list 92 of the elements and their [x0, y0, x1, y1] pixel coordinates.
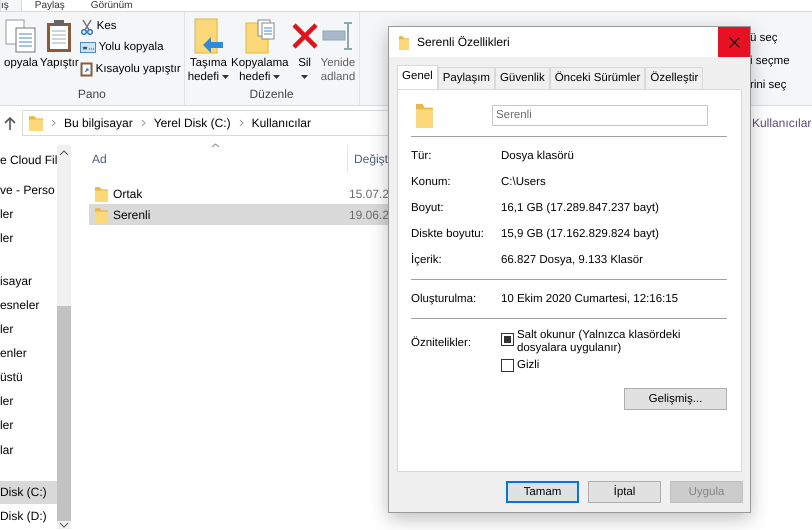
- ribbon-button[interactable]: Kes: [80, 18, 181, 36]
- sort-caret-icon: [211, 143, 220, 148]
- property-label: Konum:: [411, 174, 452, 190]
- checkbox-label[interactable]: Salt okunur (Yalnızca klasördeki dosyalara uygulanır): [517, 329, 727, 356]
- dialog-tab[interactable]: Genel: [397, 65, 438, 90]
- property-label: Tür:: [411, 148, 432, 164]
- property-value: 10 Ekim 2020 Cumartesi, 12:16:15: [501, 292, 678, 307]
- dialog-tab[interactable]: Güvenlik: [494, 67, 550, 90]
- nav-item[interactable]: Disk (C:): [0, 480, 57, 504]
- ribbon-button[interactable]: Kopyalama hedefi: [230, 16, 290, 85]
- property-label: İçerik:: [411, 252, 443, 268]
- ribbon-button[interactable]: Kısayolu yapıştır: [80, 60, 181, 78]
- property-label: Boyut:: [411, 200, 445, 216]
- delete-icon: [290, 22, 319, 50]
- dialog-tab[interactable]: Paylaşım: [438, 67, 495, 90]
- group-label: Pano: [76, 86, 107, 103]
- folder-icon: [399, 34, 409, 50]
- advanced-button[interactable]: Gelişmiş...: [624, 388, 727, 410]
- property-label: Öznitelikler:: [411, 335, 472, 352]
- nav-item[interactable]: üstü: [0, 366, 57, 390]
- close-button[interactable]: [718, 27, 750, 57]
- nav-item[interactable]: Disk (D:): [0, 504, 57, 528]
- checkbox[interactable]: [501, 359, 514, 372]
- ribbon-tab[interactable]: Paylaş: [22, 0, 78, 11]
- group-label: Düzenle: [248, 86, 295, 103]
- chevron-icon: [51, 119, 56, 127]
- ribbon-button[interactable]: ü seç: [750, 30, 798, 48]
- checkbox[interactable]: [501, 333, 514, 346]
- nav-item[interactable]: lar: [0, 438, 57, 462]
- folder-icon: [29, 115, 43, 131]
- dialog-tab[interactable]: Önceki Sürümler: [550, 67, 646, 90]
- checkbox-label[interactable]: Gizli: [517, 359, 540, 372]
- nav-item[interactable]: ler: [0, 414, 57, 438]
- scroll-up-icon: [59, 149, 69, 157]
- chevron-icon: [140, 119, 146, 127]
- clipboard-icon: [45, 19, 74, 53]
- nav-item[interactable]: isayar: [0, 270, 57, 293]
- file-date: 15.07.2: [348, 186, 389, 202]
- nav-item[interactable]: ler: [0, 203, 57, 226]
- breadcrumb[interactable]: Bu bilgisayar: [64, 114, 133, 132]
- folder-documents-icon: [244, 18, 276, 54]
- ribbon-button[interactable]: i seçme: [750, 53, 798, 70]
- ribbon-button[interactable]: rini seç: [750, 76, 798, 94]
- ribbon-button[interactable]: opyala: [3, 16, 39, 85]
- chevron-icon: [238, 119, 244, 127]
- name-field[interactable]: Serenli: [492, 104, 708, 126]
- property-value: 16,1 GB (17.289.847.237 bayt): [501, 200, 659, 216]
- up-arrow-icon: [4, 116, 16, 130]
- ribbon-button[interactable]: Sil: [290, 16, 320, 85]
- property-value: 66.827 Dosya, 9.133 Klasör: [501, 252, 643, 268]
- close-icon: [728, 36, 740, 48]
- dialog-title: Serenli Özellikleri: [417, 34, 510, 51]
- path-field-icon: [80, 42, 96, 54]
- file-row[interactable]: Ortak 15.07.2: [89, 183, 389, 204]
- property-value: C:\Users: [501, 174, 546, 190]
- file-name: Ortak: [113, 186, 142, 202]
- nav-item[interactable]: ler: [0, 390, 57, 414]
- dialog-button[interactable]: Tamam: [506, 481, 579, 504]
- folder-icon: [416, 102, 433, 128]
- ribbon-button[interactable]: Yapıştır: [38, 16, 80, 85]
- rename-icon: [322, 21, 354, 51]
- breadcrumb[interactable]: Yerel Disk (C:): [154, 114, 231, 132]
- folder-arrow-icon: [192, 18, 224, 54]
- folder-icon: [95, 186, 108, 202]
- ribbon-tab[interactable]: Görünüm: [78, 0, 146, 11]
- breadcrumb[interactable]: Kullanıcılar: [252, 114, 311, 132]
- ribbon-button[interactable]: Taşıma hedefi: [186, 16, 230, 85]
- dialog-tab[interactable]: Özelleştir: [645, 67, 704, 90]
- nav-item[interactable]: enler: [0, 342, 57, 365]
- scissors-icon: [80, 18, 94, 35]
- nav-item[interactable]: e Cloud Fil: [0, 149, 57, 172]
- copy-icon: [4, 19, 37, 53]
- nav-item[interactable]: ve - Perso: [0, 179, 57, 202]
- nav-item[interactable]: ler: [0, 318, 57, 341]
- nav-item[interactable]: esneler: [0, 294, 57, 317]
- dialog-button[interactable]: İptal: [588, 481, 661, 504]
- search-field[interactable]: Kullanıcılar: [752, 114, 812, 132]
- ribbon-button[interactable]: Yolu kopyala: [80, 39, 181, 56]
- property-value: 15,9 GB (17.162.829.824 bayt): [501, 226, 659, 242]
- property-label: Diskte boyutu:: [411, 226, 485, 242]
- file-name: Serenli: [113, 206, 150, 224]
- file-date: 19.06.2: [348, 206, 389, 224]
- scroll-down-icon: [59, 521, 69, 529]
- nav-item[interactable]: ler: [0, 227, 57, 250]
- column-header[interactable]: Ad: [92, 152, 107, 166]
- folder-icon: [95, 206, 108, 222]
- property-value: Dosya klasörü: [501, 148, 574, 164]
- ribbon-tab[interactable]: ış: [0, 0, 22, 11]
- scrollbar[interactable]: [57, 145, 71, 529]
- property-label: Oluşturulma:: [411, 292, 478, 307]
- shortcut-clipboard-icon: [80, 61, 93, 78]
- selected-row[interactable]: Serenli 19.06.2: [89, 204, 389, 225]
